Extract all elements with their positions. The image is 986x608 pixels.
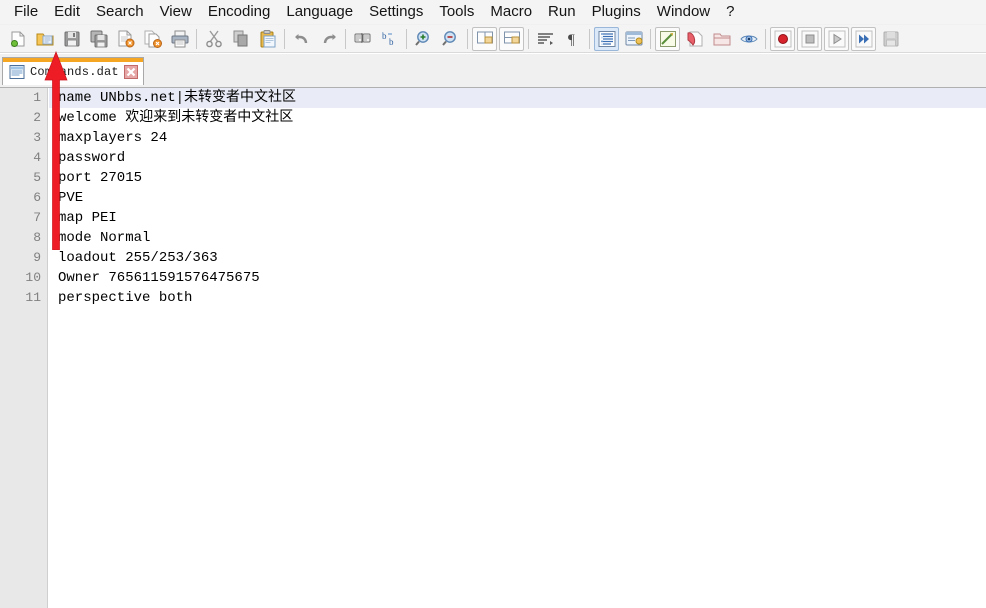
toolbar-separator	[528, 28, 529, 49]
line-number: 9	[33, 250, 41, 265]
open-file-icon[interactable]	[32, 27, 57, 51]
toolbar-separator	[345, 28, 346, 49]
text-caret	[58, 89, 59, 107]
code-text-area[interactable]: name UNbbs.net|未转变者中文社区 welcome 欢迎来到未转变者…	[49, 88, 986, 608]
new-file-icon[interactable]	[5, 27, 30, 51]
undo-icon[interactable]	[289, 27, 314, 51]
folder-workspace-icon[interactable]	[709, 27, 734, 51]
toolbar-separator	[196, 28, 197, 49]
find-icon[interactable]	[350, 27, 375, 51]
save-icon[interactable]	[59, 27, 84, 51]
paste-icon[interactable]	[255, 27, 280, 51]
tab-bar: Commands.dat	[0, 54, 986, 88]
close-all-icon[interactable]	[140, 27, 165, 51]
code-line[interactable]: maxplayers 24	[49, 128, 986, 148]
code-line[interactable]: mode Normal	[49, 228, 986, 248]
line-number: 10	[25, 270, 41, 285]
close-icon[interactable]	[123, 64, 138, 79]
line-number: 5	[33, 170, 41, 185]
line-number-gutter: 1 2 3 4 5 6 7 8 9 10 11	[0, 88, 48, 608]
code-line[interactable]: port 27015	[49, 168, 986, 188]
menu-search[interactable]: Search	[88, 0, 152, 24]
monitoring-icon[interactable]	[736, 27, 761, 51]
code-line[interactable]: Owner 765611591576475675	[49, 268, 986, 288]
cut-icon[interactable]	[201, 27, 226, 51]
toolbar-separator	[406, 28, 407, 49]
macro-run-multiple-icon[interactable]	[851, 26, 876, 51]
menu-file[interactable]: File	[6, 0, 46, 24]
line-number: 2	[33, 110, 41, 125]
code-line[interactable]: loadout 255/253/363	[49, 248, 986, 268]
line-number: 4	[33, 150, 41, 165]
macro-stop-icon[interactable]	[797, 26, 822, 51]
document-icon	[9, 64, 25, 80]
menu-bar: File Edit Search View Encoding Language …	[0, 0, 986, 25]
redo-icon[interactable]	[316, 27, 341, 51]
svg-text:b: b	[382, 31, 387, 41]
toolbar-separator	[765, 28, 766, 49]
tab-commands-dat[interactable]: Commands.dat	[2, 57, 144, 85]
menu-tools[interactable]: Tools	[431, 0, 482, 24]
menu-encoding[interactable]: Encoding	[200, 0, 279, 24]
copy-icon[interactable]	[228, 27, 253, 51]
code-line[interactable]: map PEI	[49, 208, 986, 228]
line-number: 8	[33, 230, 41, 245]
editor-area[interactable]: 1 2 3 4 5 6 7 8 9 10 11 name UNbbs.net|未…	[0, 88, 986, 608]
macro-save-icon	[878, 27, 903, 51]
tab-label: Commands.dat	[30, 64, 119, 79]
toolbar-separator	[467, 28, 468, 49]
line-number: 6	[33, 190, 41, 205]
code-line[interactable]: welcome 欢迎来到未转变者中文社区	[49, 108, 986, 128]
sync-horizontal-icon[interactable]	[499, 26, 524, 51]
menu-settings[interactable]: Settings	[361, 0, 431, 24]
menu-run[interactable]: Run	[540, 0, 584, 24]
menu-plugins[interactable]: Plugins	[584, 0, 649, 24]
line-number: 11	[25, 290, 41, 305]
menu-help[interactable]: ?	[718, 0, 742, 24]
word-wrap-icon[interactable]	[533, 27, 558, 51]
menu-macro[interactable]: Macro	[482, 0, 540, 24]
macro-record-icon[interactable]	[770, 26, 795, 51]
line-number: 7	[33, 210, 41, 225]
notepadpp-window: File Edit Search View Encoding Language …	[0, 0, 986, 608]
svg-text:¶: ¶	[568, 32, 575, 48]
line-number: 1	[33, 90, 41, 105]
toolbar-separator	[284, 28, 285, 49]
indent-guide-icon[interactable]	[594, 26, 619, 51]
zoom-in-icon[interactable]	[411, 27, 436, 51]
line-number: 3	[33, 130, 41, 145]
code-line[interactable]: name UNbbs.net|未转变者中文社区	[49, 88, 986, 108]
save-all-icon[interactable]	[86, 27, 111, 51]
menu-edit[interactable]: Edit	[46, 0, 88, 24]
menu-view[interactable]: View	[152, 0, 200, 24]
menu-language[interactable]: Language	[278, 0, 361, 24]
code-line[interactable]: PVE	[49, 188, 986, 208]
close-file-icon[interactable]	[113, 27, 138, 51]
svg-text:b: b	[389, 37, 394, 47]
code-line[interactable]: password	[49, 148, 986, 168]
tab-active-accent	[3, 58, 143, 62]
toolbar-separator	[650, 28, 651, 49]
replace-icon[interactable]: b b	[377, 27, 402, 51]
zoom-out-icon[interactable]	[438, 27, 463, 51]
code-line[interactable]: perspective both	[49, 288, 986, 308]
print-icon[interactable]	[167, 27, 192, 51]
menu-window[interactable]: Window	[649, 0, 718, 24]
show-all-chars-icon[interactable]: ¶	[560, 27, 585, 51]
macro-play-icon[interactable]	[824, 26, 849, 51]
toolbar-separator	[589, 28, 590, 49]
document-map-icon[interactable]	[682, 27, 707, 51]
toolbar: b b ¶	[0, 25, 986, 53]
sync-vertical-icon[interactable]	[472, 26, 497, 51]
function-list-icon[interactable]	[655, 26, 680, 51]
user-define-dialog-icon[interactable]	[621, 27, 646, 51]
